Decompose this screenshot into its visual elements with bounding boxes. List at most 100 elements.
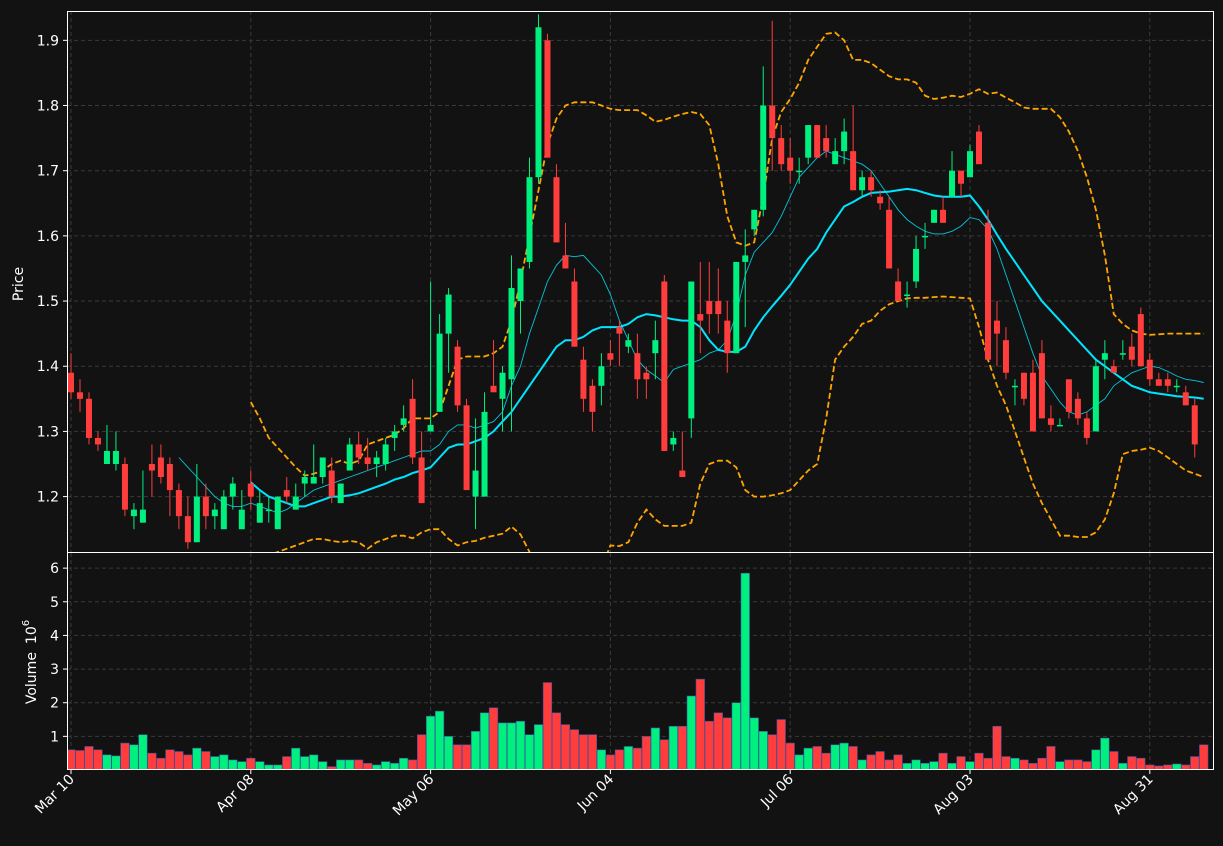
volume-bar [291, 747, 301, 770]
volume-bar [713, 712, 723, 770]
volume-bar [758, 731, 768, 770]
volume-bar [165, 749, 175, 770]
volume-bar [893, 754, 903, 770]
volume-bar [578, 734, 589, 770]
volume-tick-label: 4 [50, 628, 59, 644]
candle-body [301, 477, 308, 484]
candle-body [1056, 424, 1063, 427]
volume-bar [875, 751, 885, 770]
candle-body [688, 281, 695, 419]
candle-body [643, 372, 650, 380]
candle-body [391, 431, 398, 438]
volume-bar [659, 739, 669, 770]
volume-tick-label: 6 [50, 561, 59, 577]
volume-bar [686, 695, 696, 770]
volume-bar [336, 759, 346, 770]
candle-body [166, 464, 173, 491]
candle-body [679, 470, 686, 478]
volume-bar [399, 757, 409, 770]
volume-bar [974, 752, 984, 770]
upper-band-line [250, 31, 1204, 477]
volume-bar [848, 746, 858, 770]
volume-bar [93, 749, 103, 770]
volume-bar [363, 762, 373, 770]
candle-body [517, 268, 524, 302]
volume-bar [434, 710, 445, 770]
price-tick-label: 1.6 [37, 229, 59, 245]
candle-body [616, 327, 623, 334]
candle-body [984, 222, 991, 360]
volume-bar [255, 761, 265, 770]
candle-body [724, 320, 731, 354]
candle-body [1173, 385, 1180, 388]
volume-bar [965, 761, 975, 770]
volume-bar [318, 761, 328, 770]
volume-bar [632, 747, 642, 770]
candle-body [562, 255, 569, 269]
candle-body [661, 281, 668, 451]
candle-body [472, 470, 479, 497]
volume-bar [1064, 759, 1074, 770]
volume-bar [1127, 756, 1137, 770]
price-tick-label: 1.9 [37, 33, 59, 49]
volume-bar [803, 747, 813, 770]
candle-body [427, 424, 434, 432]
x-tick-label: Jul 06 [757, 771, 797, 811]
chart-svg: 1.2 1.3 1.4 1.5 1.6 1.7 1.8 1.9 1 2 3 4 5 6 Mar 10 Ap… [11, 11, 1214, 819]
volume-bar [219, 754, 229, 770]
candle-body [265, 509, 272, 512]
candle-body [238, 509, 245, 530]
volume-bar [147, 752, 157, 770]
candle-body [76, 392, 83, 399]
candle-body [940, 209, 947, 223]
candle-body [310, 477, 317, 484]
volume-bar [1100, 737, 1110, 770]
volume-bar [354, 759, 364, 770]
candle-body [841, 131, 848, 152]
volume-bar [704, 720, 714, 770]
candle-body [1146, 359, 1153, 380]
candle-body [796, 170, 803, 173]
candle-body [175, 490, 182, 517]
price-axis-label: Price [11, 267, 27, 301]
price-tick-label: 1.8 [37, 99, 59, 115]
candle-body [1164, 379, 1171, 386]
candle-body [733, 261, 740, 354]
volume-bar [129, 744, 139, 770]
candle-body [1002, 340, 1009, 373]
volume-bar [1010, 757, 1020, 770]
volume-bar [1082, 761, 1092, 770]
price-tick-label: 1.4 [37, 359, 59, 375]
candle-body [355, 444, 362, 458]
candle-body [706, 301, 713, 315]
volume-bar [515, 720, 526, 770]
volume-bar [1136, 757, 1146, 770]
volume-bar [138, 734, 148, 770]
volume-panel-frame [67, 552, 1214, 770]
volume-bar [1028, 762, 1038, 770]
x-axis-ticks: Mar 10 Apr 08 May 06 Jun 04 Jul 06 Aug 03 Aug … [32, 770, 1157, 819]
candle-body [211, 509, 218, 517]
volume-bar [417, 734, 427, 770]
candle-body [544, 40, 551, 158]
volume-bar [749, 717, 759, 770]
volume-bar [983, 757, 993, 770]
volume-bar [740, 572, 750, 770]
candle-body [958, 170, 965, 184]
price-panel-frame [67, 11, 1214, 553]
volume-bar [992, 725, 1002, 770]
volume-bar [587, 734, 598, 770]
volume-bar [1055, 761, 1065, 770]
volume-bar [470, 731, 481, 770]
candle-body [805, 125, 812, 158]
price-y-ticks: 1.2 1.3 1.4 1.5 1.6 1.7 1.8 1.9 [37, 33, 67, 506]
volume-y-ticks: 1 2 3 4 5 6 [50, 561, 67, 745]
volume-bar [210, 756, 220, 770]
candle-body [967, 151, 973, 178]
volume-bar [1091, 749, 1101, 770]
volume-bar [911, 759, 921, 770]
x-tick-label: May 06 [390, 771, 438, 819]
volume-bar [650, 727, 660, 770]
candle-body [904, 294, 911, 297]
candle-body [256, 503, 263, 523]
